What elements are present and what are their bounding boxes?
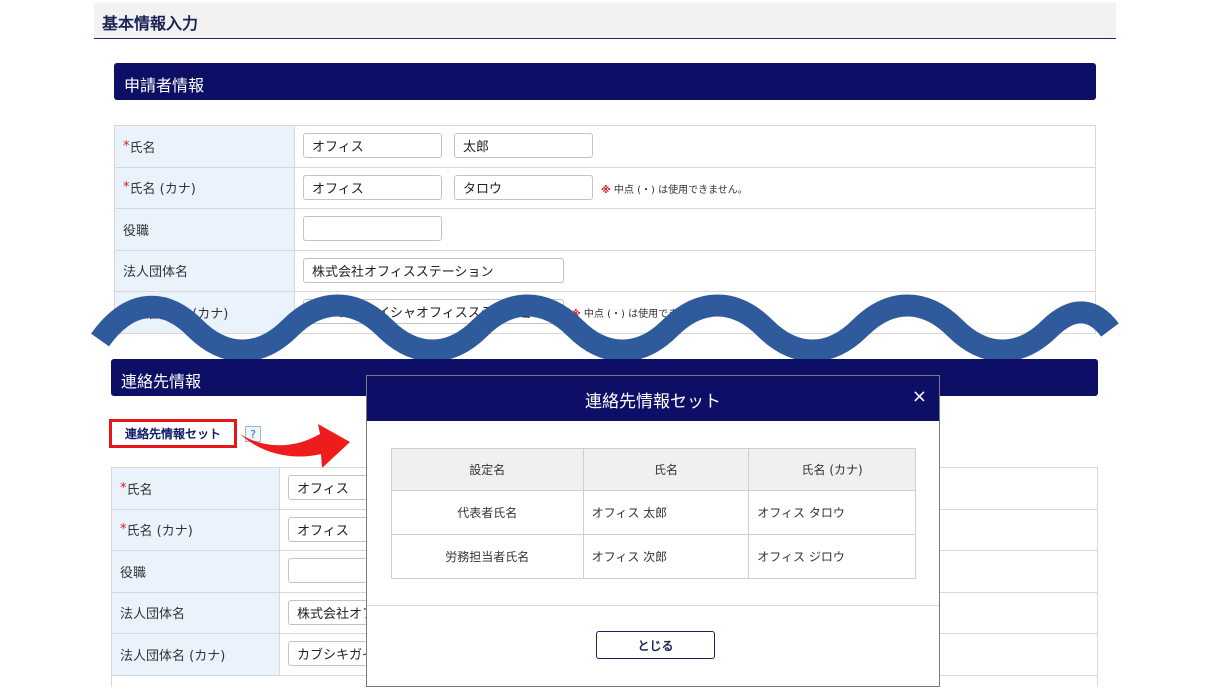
column-header: 氏名 (カナ) xyxy=(748,448,916,491)
column-header: 氏名 xyxy=(582,448,750,491)
table-row[interactable]: 労務担当者氏名 オフィス 次郎 オフィス ジロウ xyxy=(391,534,916,579)
field-label: 法人団体名 (カナ) xyxy=(112,634,280,675)
name-cell: オフィス 次郎 xyxy=(582,534,750,579)
close-icon[interactable]: × xyxy=(912,386,927,407)
close-button[interactable]: とじる xyxy=(596,631,715,659)
field-label: 法人団体名 xyxy=(112,592,280,633)
name-cell: オフィス 太郎 xyxy=(582,490,750,535)
setting-name-cell[interactable]: 労務担当者氏名 xyxy=(391,534,584,579)
field-label: * 氏名 (カナ) xyxy=(112,509,280,550)
modal-header: 連絡先情報セット × xyxy=(367,376,939,421)
contact-set-link[interactable]: 連絡先情報セット xyxy=(109,419,237,448)
name-kana-cell: オフィス タロウ xyxy=(748,490,916,535)
red-arrow-icon xyxy=(240,424,350,468)
table-header-row: 設定名 氏名 氏名 (カナ) xyxy=(391,448,916,491)
field-label: 役職 xyxy=(112,551,280,592)
contact-set-table: 設定名 氏名 氏名 (カナ) 代表者氏名 オフィス 太郎 オフィス タロウ 労務… xyxy=(391,448,916,579)
field-label: * 氏名 xyxy=(112,468,280,509)
table-row[interactable]: 代表者氏名 オフィス 太郎 オフィス タロウ xyxy=(391,490,916,535)
modal-title: 連絡先情報セット xyxy=(585,392,721,412)
setting-name-cell[interactable]: 代表者氏名 xyxy=(391,490,584,535)
modal-divider xyxy=(367,605,939,606)
contact-section-title: 連絡先情報 xyxy=(121,372,202,391)
contact-set-modal: 連絡先情報セット × 設定名 氏名 氏名 (カナ) 代表者氏名 オフィス 太郎 … xyxy=(366,375,940,687)
column-header: 設定名 xyxy=(391,448,584,491)
name-kana-cell: オフィス ジロウ xyxy=(748,534,916,579)
contact-set-link-label: 連絡先情報セット xyxy=(124,427,221,441)
